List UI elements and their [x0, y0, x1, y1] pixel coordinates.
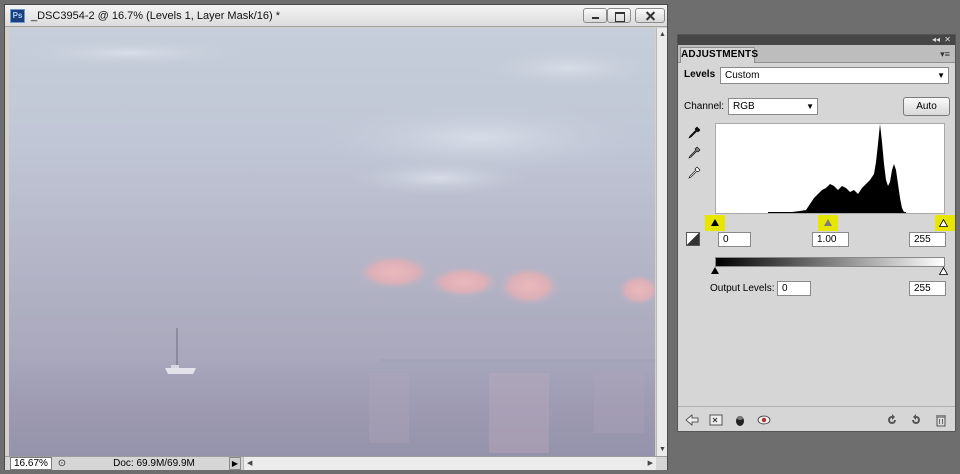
- visibility-icon[interactable]: [732, 412, 748, 428]
- clip-to-layer-icon[interactable]: [708, 412, 724, 428]
- output-white-field[interactable]: 255: [909, 281, 946, 296]
- photo-seascape: [9, 28, 655, 456]
- document-titlebar[interactable]: Ps _DSC3954-2 @ 16.7% (Levels 1, Layer M…: [5, 5, 667, 27]
- scroll-right-icon[interactable]: ▶: [648, 459, 653, 467]
- zoom-icon[interactable]: ⊙: [56, 458, 68, 469]
- doc-size-info[interactable]: Doc: 69.9M/69.9M: [79, 457, 229, 470]
- input-levels-slider[interactable]: [705, 215, 955, 231]
- scroll-down-icon[interactable]: ▼: [658, 445, 667, 454]
- document-title: _DSC3954-2 @ 16.7% (Levels 1, Layer Mask…: [31, 10, 281, 22]
- panel-tab-row: ADJUSTMENTS ▾≡: [678, 45, 955, 63]
- auto-button[interactable]: Auto: [903, 97, 950, 116]
- minimize-button[interactable]: [583, 8, 607, 23]
- chevron-down-icon: ▼: [806, 102, 814, 111]
- back-arrow-icon[interactable]: [684, 412, 700, 428]
- adjustments-panel: ◂◂ ✕ ADJUSTMENTS ▾≡ Levels Custom ▼ Chan…: [677, 34, 956, 432]
- white-point-handle[interactable]: [939, 219, 948, 227]
- delete-icon[interactable]: [933, 412, 949, 428]
- output-white-handle[interactable]: [939, 267, 948, 275]
- panel-menu-icon[interactable]: ▾≡: [939, 49, 951, 59]
- document-window[interactable]: Ps _DSC3954-2 @ 16.7% (Levels 1, Layer M…: [4, 4, 668, 470]
- histogram: [715, 123, 945, 214]
- preset-dropdown[interactable]: Custom ▼: [720, 67, 949, 84]
- preset-value: Custom: [725, 70, 760, 81]
- levels-label: Levels: [684, 69, 716, 80]
- panel-bottom-bar: [678, 406, 955, 431]
- panel-close-icon[interactable]: ✕: [944, 35, 951, 45]
- output-levels-slider[interactable]: [711, 267, 948, 277]
- output-black-handle[interactable]: [711, 267, 719, 274]
- collapse-icon[interactable]: ◂◂: [932, 35, 940, 45]
- status-menu-arrow-icon[interactable]: ▶: [229, 457, 241, 470]
- black-eyedropper-icon[interactable]: [687, 126, 701, 140]
- channel-label: Channel:: [684, 101, 725, 112]
- vertical-scrollbar[interactable]: ▲ ▼: [656, 28, 667, 456]
- gamma-handle[interactable]: [824, 219, 832, 226]
- reset-icon[interactable]: [908, 412, 924, 428]
- horizontal-scrollbar[interactable]: ◀ ▶: [243, 457, 656, 470]
- channel-value: RGB: [733, 101, 755, 112]
- white-eyedropper-icon[interactable]: [687, 166, 701, 180]
- clipping-icon[interactable]: [686, 232, 700, 246]
- output-black-field[interactable]: 0: [777, 281, 811, 296]
- view-previous-icon[interactable]: [756, 412, 772, 428]
- black-point-handle[interactable]: [711, 219, 719, 226]
- histogram-graph: [768, 124, 906, 213]
- panel-header-strip: ◂◂ ✕: [678, 35, 955, 45]
- scroll-up-icon[interactable]: ▲: [658, 30, 667, 39]
- image-canvas[interactable]: [9, 28, 655, 456]
- status-bar: 16.67% ⊙ Doc: 69.9M/69.9M ▶ ◀ ▶: [5, 456, 667, 470]
- scroll-left-icon[interactable]: ◀: [247, 459, 252, 467]
- output-gradient-bar: [715, 257, 945, 267]
- output-levels-label: Output Levels:: [710, 283, 775, 294]
- chevron-down-icon: ▼: [937, 71, 945, 80]
- photoshop-icon: Ps: [10, 9, 25, 23]
- tab-adjustments[interactable]: ADJUSTMENTS: [680, 47, 758, 63]
- input-gamma-field[interactable]: 1.00: [812, 232, 849, 247]
- channel-dropdown[interactable]: RGB ▼: [728, 98, 818, 115]
- reset-previous-icon[interactable]: [884, 412, 900, 428]
- maximize-button[interactable]: [607, 8, 631, 23]
- zoom-field[interactable]: 16.67%: [10, 457, 52, 470]
- close-button[interactable]: [635, 8, 665, 23]
- input-black-field[interactable]: 0: [718, 232, 751, 247]
- input-white-field[interactable]: 255: [909, 232, 946, 247]
- gray-eyedropper-icon[interactable]: [687, 146, 701, 160]
